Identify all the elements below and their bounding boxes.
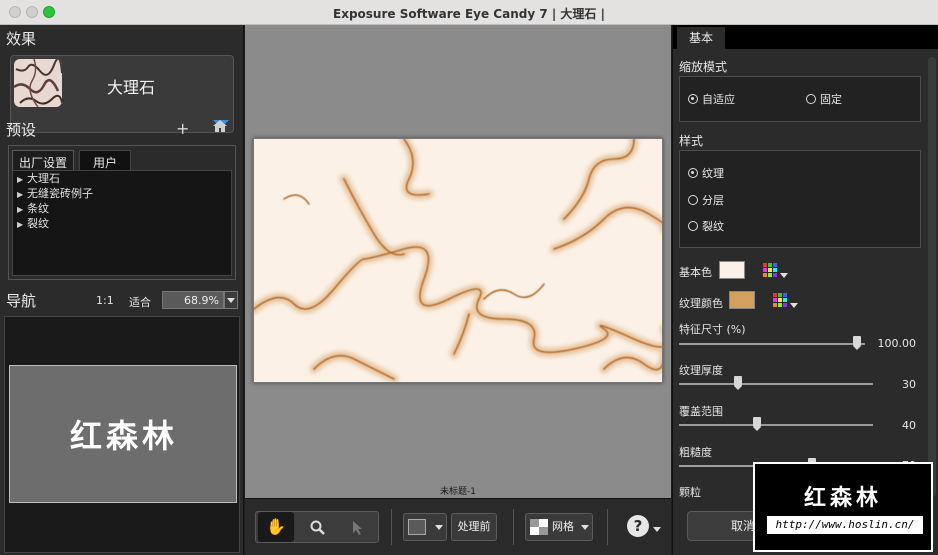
texture-color-label: 纹理颜色	[679, 297, 723, 310]
thickness-label: 纹理厚度	[679, 364, 723, 377]
zoom-field[interactable]: 68.9%	[162, 291, 224, 309]
navigator-preview[interactable]: 红森林	[9, 365, 237, 503]
coverage-value[interactable]: 40	[866, 419, 916, 432]
zoom-one-to-one-button[interactable]: 1:1	[96, 294, 114, 307]
list-item[interactable]: ▶ 无缝瓷砖例子	[13, 186, 231, 201]
list-item[interactable]: ▶ 条纹	[13, 201, 231, 216]
style-group: 纹理 分层 裂纹	[679, 150, 921, 248]
color-palette-icon[interactable]	[763, 263, 777, 277]
scale-mode-label: 缩放模式	[679, 60, 728, 74]
zoom-tool-icon[interactable]	[300, 512, 336, 542]
effect-selector[interactable]: 大理石	[10, 55, 234, 133]
tab-factory[interactable]: 出厂设置	[12, 150, 75, 170]
grain-label: 颗粒	[679, 486, 701, 499]
tab-user[interactable]: 用户	[79, 150, 131, 170]
window-title: Exposure Software Eye Candy 7 | 大理石 |	[333, 7, 605, 21]
radio-adaptive[interactable]: 自适应	[688, 91, 735, 107]
palette-dropdown-icon[interactable]	[780, 273, 788, 278]
tab-basic[interactable]: 基本	[677, 27, 725, 49]
preset-heading: 预设	[6, 121, 37, 139]
add-preset-icon[interactable]: +	[176, 119, 189, 138]
radio-cracks[interactable]: 裂纹	[688, 218, 724, 234]
left-panel: 效果 大理石 预设 + 出厂设置 用户 ▶ 大理石 ▶ 无缝瓷砖例子 ▶ 条纹 ▶ 裂纹…	[0, 25, 244, 555]
palette-dropdown-icon[interactable]	[790, 303, 798, 308]
before-button[interactable]: 处理前	[451, 513, 497, 541]
effect-name: 大理石	[106, 78, 155, 97]
style-label: 样式	[679, 134, 704, 148]
list-item[interactable]: ▶ 大理石	[13, 171, 231, 186]
watermark-url: http://www.hoslin.cn/	[767, 516, 923, 534]
toolbar-divider	[391, 509, 392, 545]
preset-list: ▶ 大理石 ▶ 无缝瓷砖例子 ▶ 条纹 ▶ 裂纹	[12, 170, 232, 276]
navigator-frame[interactable]: 红森林	[4, 316, 240, 553]
coverage-slider[interactable]	[679, 424, 873, 426]
base-color-swatch[interactable]	[719, 261, 745, 279]
toolbar-divider	[607, 509, 608, 545]
marble-thumbnail	[14, 59, 62, 107]
title-bar: Exposure Software Eye Candy 7 | 大理石 |	[0, 0, 938, 25]
list-item[interactable]: ▶ 裂纹	[13, 216, 231, 231]
feature-size-thumb[interactable]	[853, 336, 861, 350]
zoom-dropdown-icon[interactable]	[224, 291, 238, 309]
base-color-label: 基本色	[679, 266, 712, 279]
preview-area[interactable]: 未标题-1	[245, 25, 671, 498]
coverage-label: 覆盖范围	[679, 405, 723, 418]
navigator-header: 导航 1:1 适合 68.9%	[0, 290, 244, 312]
effect-heading: 效果	[6, 30, 37, 48]
watermark-overlay: 红森林 http://www.hoslin.cn/	[753, 462, 933, 552]
zoom-fit-button[interactable]: 适合	[129, 294, 151, 310]
feature-size-value[interactable]: 100.00	[866, 337, 917, 350]
view-tool-group: ✋	[255, 511, 379, 543]
radio-fixed[interactable]: 固定	[806, 91, 842, 107]
expand-triangle-icon[interactable]: ▶	[17, 172, 27, 187]
vertical-scrollbar[interactable]	[928, 57, 936, 497]
grid-icon	[530, 519, 548, 535]
color-palette-icon[interactable]	[773, 293, 787, 307]
feature-size-label: 特征尺寸 (%)	[679, 323, 746, 336]
preset-panel: 出厂设置 用户 ▶ 大理石 ▶ 无缝瓷砖例子 ▶ 条纹 ▶ 裂纹	[8, 145, 236, 280]
navigator-watermark-text: 红森林	[69, 417, 178, 455]
radio-texture[interactable]: 纹理	[688, 165, 724, 181]
help-icon[interactable]: ?	[627, 515, 649, 537]
roughness-label: 粗糙度	[679, 446, 712, 459]
watermark-title: 红森林	[803, 486, 882, 511]
color-swatch-button[interactable]	[403, 513, 447, 541]
expand-triangle-icon[interactable]: ▶	[17, 187, 27, 202]
feature-size-slider[interactable]	[679, 343, 865, 345]
settings-tab-bar: 基本	[673, 25, 938, 49]
marble-preview-canvas[interactable]	[253, 138, 663, 383]
thickness-thumb[interactable]	[734, 376, 742, 390]
expand-triangle-icon[interactable]: ▶	[17, 202, 27, 217]
home-icon[interactable]	[212, 118, 228, 138]
hand-tool-icon[interactable]: ✋	[258, 512, 294, 542]
texture-color-swatch[interactable]	[729, 291, 755, 309]
pointer-tool-icon[interactable]	[340, 512, 376, 542]
bottom-toolbar: ✋ 处理前 网格 ?	[245, 498, 671, 555]
thickness-slider[interactable]	[679, 383, 873, 385]
navigator-heading: 导航	[6, 292, 37, 310]
radio-layered[interactable]: 分层	[688, 192, 724, 208]
grid-button[interactable]: 网格	[525, 513, 593, 541]
scale-mode-group: 自适应 固定	[679, 76, 921, 122]
document-title: 未标题-1	[440, 487, 476, 497]
expand-triangle-icon[interactable]: ▶	[17, 217, 27, 232]
thickness-value[interactable]: 30	[866, 378, 916, 391]
help-dropdown-icon[interactable]	[653, 527, 661, 532]
coverage-thumb[interactable]	[753, 417, 761, 431]
toolbar-divider	[513, 509, 514, 545]
